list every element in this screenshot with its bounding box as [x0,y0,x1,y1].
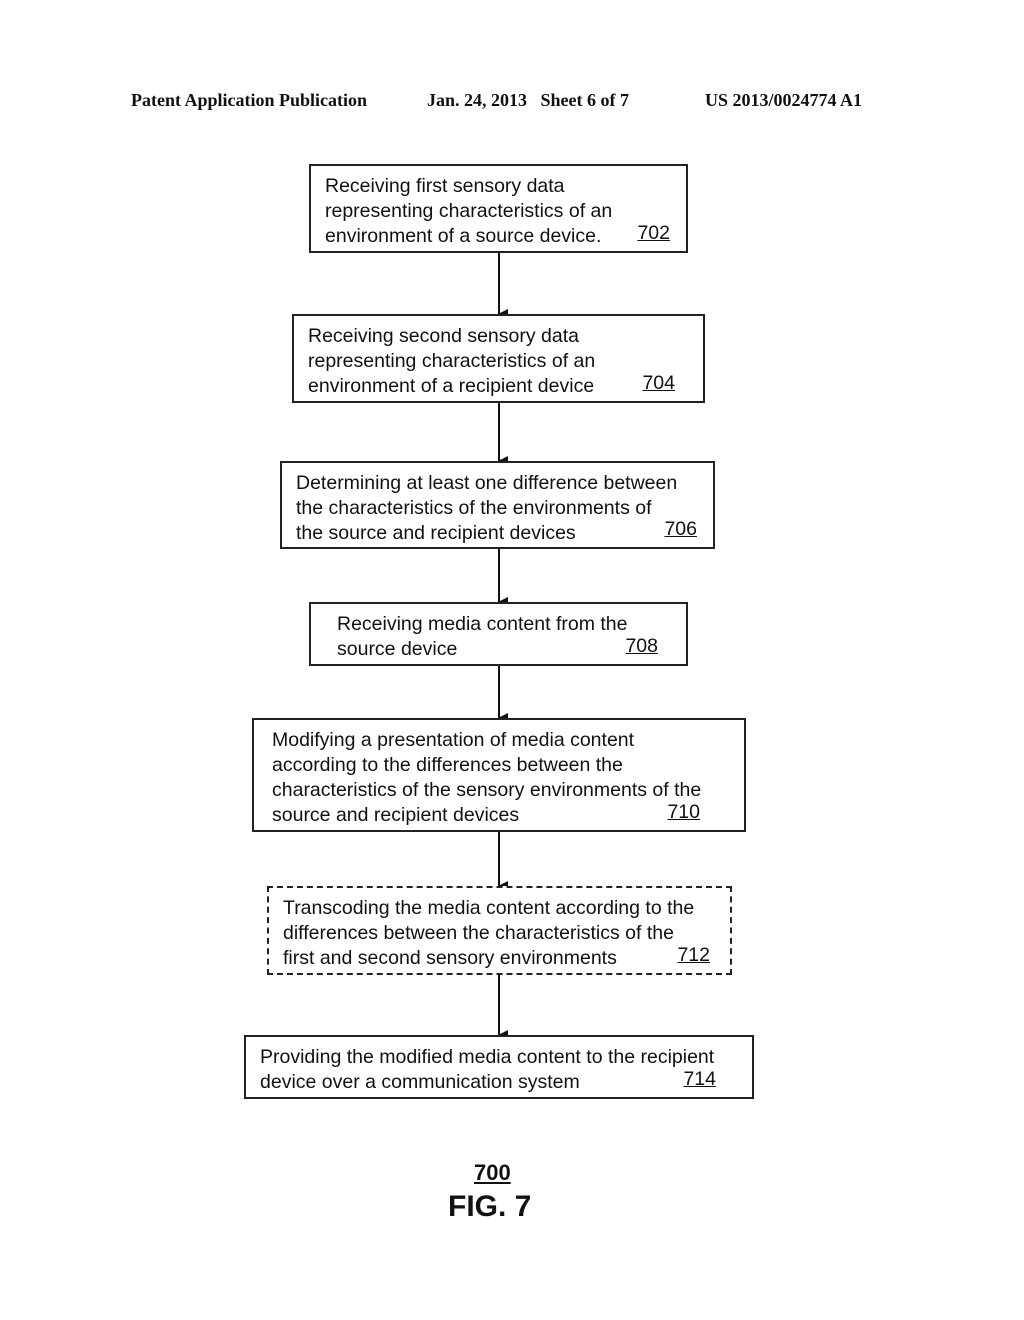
step-text-line: the characteristics of the environments … [296,497,652,519]
step-ref-number: 708 [625,635,658,657]
step-ref-number: 712 [677,944,710,966]
step-ref-number: 706 [664,518,697,540]
step-702-box: Receiving first sensory data representin… [309,164,688,253]
step-714-box: Providing the modified media content to … [244,1035,754,1099]
step-text-line: Transcoding the media content according … [283,897,695,919]
step-708-box: Receiving media content from the source … [309,602,688,666]
step-ref-number: 710 [667,801,700,823]
step-text-line: environment of a source device. [325,225,602,247]
step-text-line: representing characteristics of an [308,350,596,372]
step-text-line: first and second sensory environments [283,947,617,969]
step-ref-number: 702 [637,222,670,244]
step-712-optional-box: Transcoding the media content according … [267,886,732,975]
figure-reference-number: 700 [474,1160,511,1185]
step-text-line: the source and recipient devices [296,522,576,544]
step-text-line: Receiving second sensory data [308,325,579,347]
step-text-line: Receiving first sensory data [325,175,565,197]
step-704-box: Receiving second sensory data representi… [292,314,705,403]
step-text-line: representing characteristics of an [325,200,613,222]
step-ref-number: 714 [683,1068,716,1090]
step-text-line: source and recipient devices [272,804,520,826]
figure-label: FIG. 7 [448,1190,532,1223]
step-706-box: Determining at least one difference betw… [280,461,715,549]
step-710-box: Modifying a presentation of media conten… [252,718,746,832]
step-text-line: source device [337,638,458,660]
step-ref-number: 704 [642,372,675,394]
step-text-line: Modifying a presentation of media conten… [272,729,635,751]
step-text-line: differences between the characteristics … [283,922,674,944]
step-text-line: Receiving media content from the [337,613,628,635]
step-text-line: characteristics of the sensory environme… [272,779,702,801]
step-text-line: device over a communication system [260,1071,580,1093]
step-text-line: Determining at least one difference betw… [296,472,678,494]
step-text-line: according to the differences between the [272,754,623,776]
step-text-line: Providing the modified media content to … [260,1046,715,1068]
step-text-line: environment of a recipient device [308,375,595,397]
